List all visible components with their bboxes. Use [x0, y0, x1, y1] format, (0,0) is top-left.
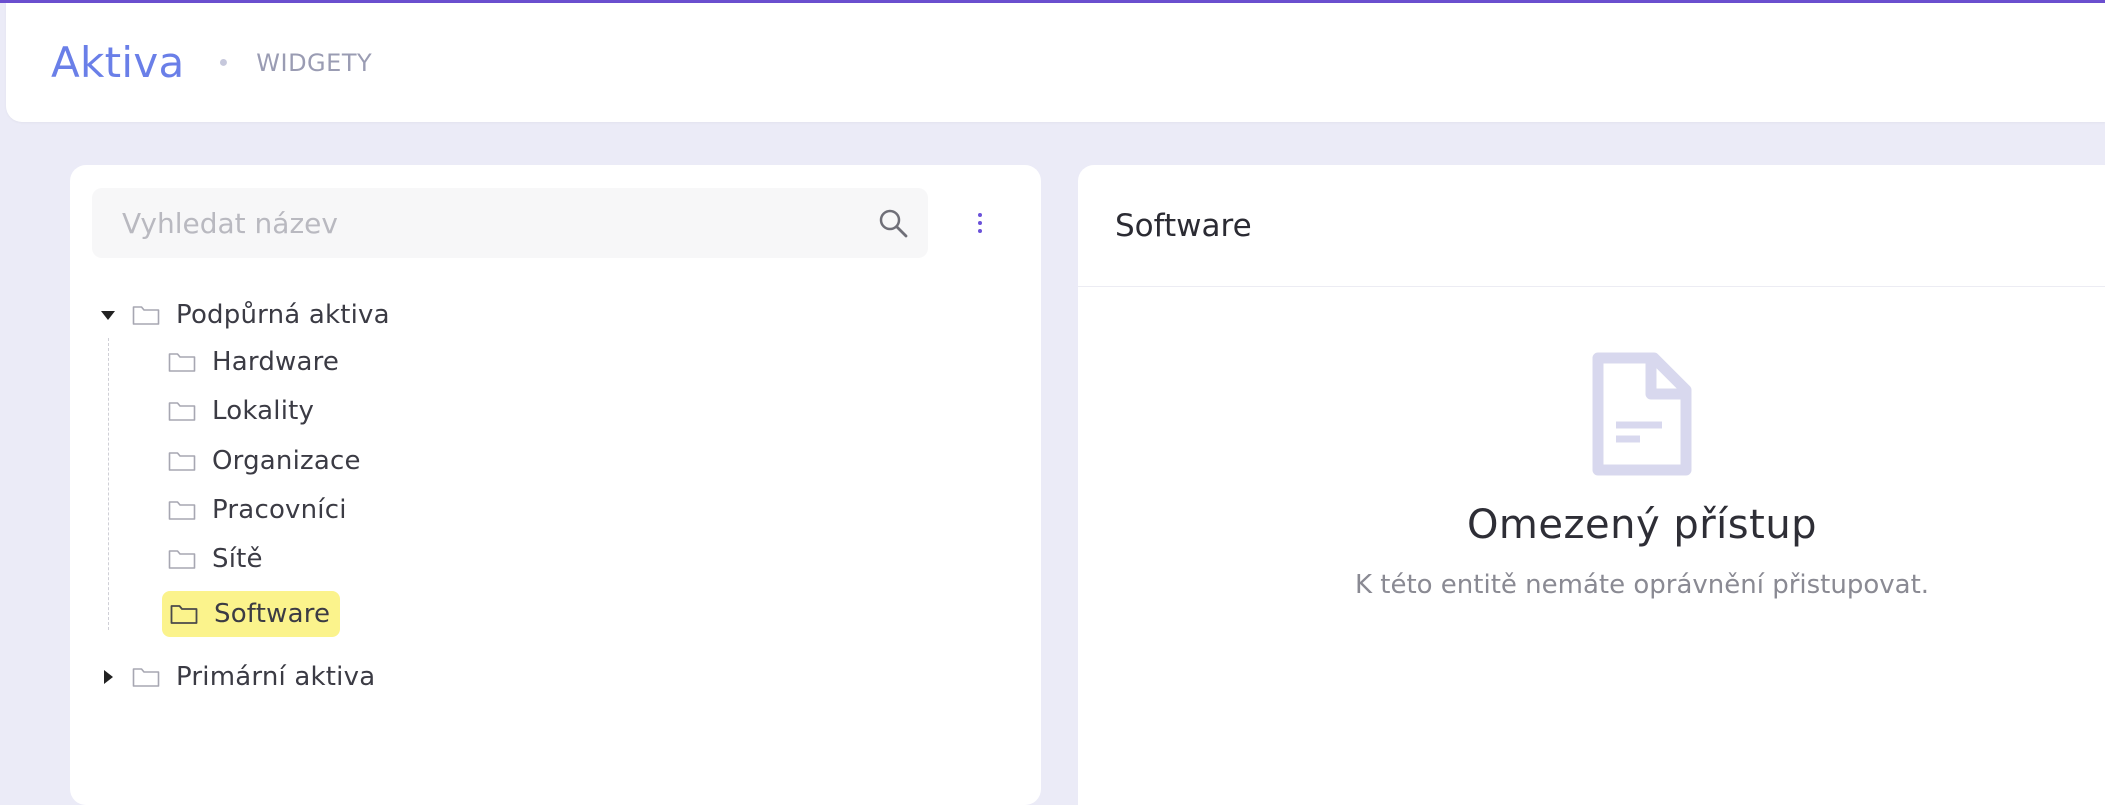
- tree-node-label: Lokality: [212, 396, 315, 426]
- tree-node-label: Hardware: [212, 347, 340, 377]
- kebab-menu-icon-dot: [978, 229, 982, 233]
- empty-state-message: K této entitě nemáte oprávnění přistupov…: [1354, 570, 1930, 600]
- page-header: Aktiva ● WIDGETY: [6, 3, 2105, 122]
- tree-node-podpurna-aktiva[interactable]: Podpůrná aktiva: [98, 293, 390, 337]
- tree-node-label: Software: [214, 599, 331, 629]
- detail-title: Software: [1115, 207, 1252, 244]
- folder-icon: [168, 501, 196, 520]
- tree-node-label: Primární aktiva: [176, 662, 376, 692]
- tree-node-pracovnici[interactable]: Pracovníci: [168, 488, 347, 532]
- tree-node-lokality[interactable]: Lokality: [168, 389, 314, 433]
- tree-guide-line: [108, 338, 109, 630]
- folder-icon: [168, 452, 196, 471]
- tree-node-software[interactable]: Software: [162, 591, 341, 637]
- triangle-down-icon[interactable]: [98, 305, 118, 325]
- tree-node-label: Organizace: [212, 446, 361, 476]
- folder-icon: [168, 353, 196, 372]
- kebab-menu-icon-dot: [978, 221, 982, 225]
- header-section-label: WIDGETY: [256, 48, 373, 77]
- document-icon: [1592, 352, 1692, 476]
- tree-node-label: Podpůrná aktiva: [176, 300, 390, 330]
- asset-tree-panel: Podpůrná aktiva Hardware Lokality Organi…: [70, 165, 1041, 805]
- tree-node-site[interactable]: Sítě: [168, 537, 263, 581]
- tree-options-menu-button[interactable]: [965, 205, 995, 241]
- folder-icon: [132, 306, 160, 325]
- search-icon[interactable]: [878, 208, 908, 238]
- triangle-right-icon[interactable]: [98, 667, 118, 687]
- tree-node-hardware[interactable]: Hardware: [168, 340, 339, 384]
- detail-header: Software: [1078, 165, 2105, 287]
- restricted-access-state: Omezený přístup K této entitě nemáte opr…: [1078, 352, 2105, 600]
- folder-icon: [168, 402, 196, 421]
- header-separator-dot: ●: [218, 53, 229, 71]
- page-title: Aktiva: [51, 38, 185, 87]
- tree-node-organizace[interactable]: Organizace: [168, 439, 361, 483]
- folder-icon: [170, 605, 198, 624]
- tree-node-primarni-aktiva[interactable]: Primární aktiva: [98, 655, 375, 699]
- asset-detail-panel: Software Omezený přístup K této entitě n…: [1078, 165, 2105, 805]
- search-input[interactable]: [120, 205, 864, 241]
- folder-icon: [168, 550, 196, 569]
- empty-state-title: Omezený přístup: [1466, 502, 1818, 548]
- tree-node-label: Sítě: [212, 544, 263, 574]
- search-box[interactable]: [92, 188, 928, 258]
- folder-icon: [132, 668, 160, 687]
- tree-node-label: Pracovníci: [212, 495, 347, 525]
- kebab-menu-icon-dot: [978, 213, 982, 217]
